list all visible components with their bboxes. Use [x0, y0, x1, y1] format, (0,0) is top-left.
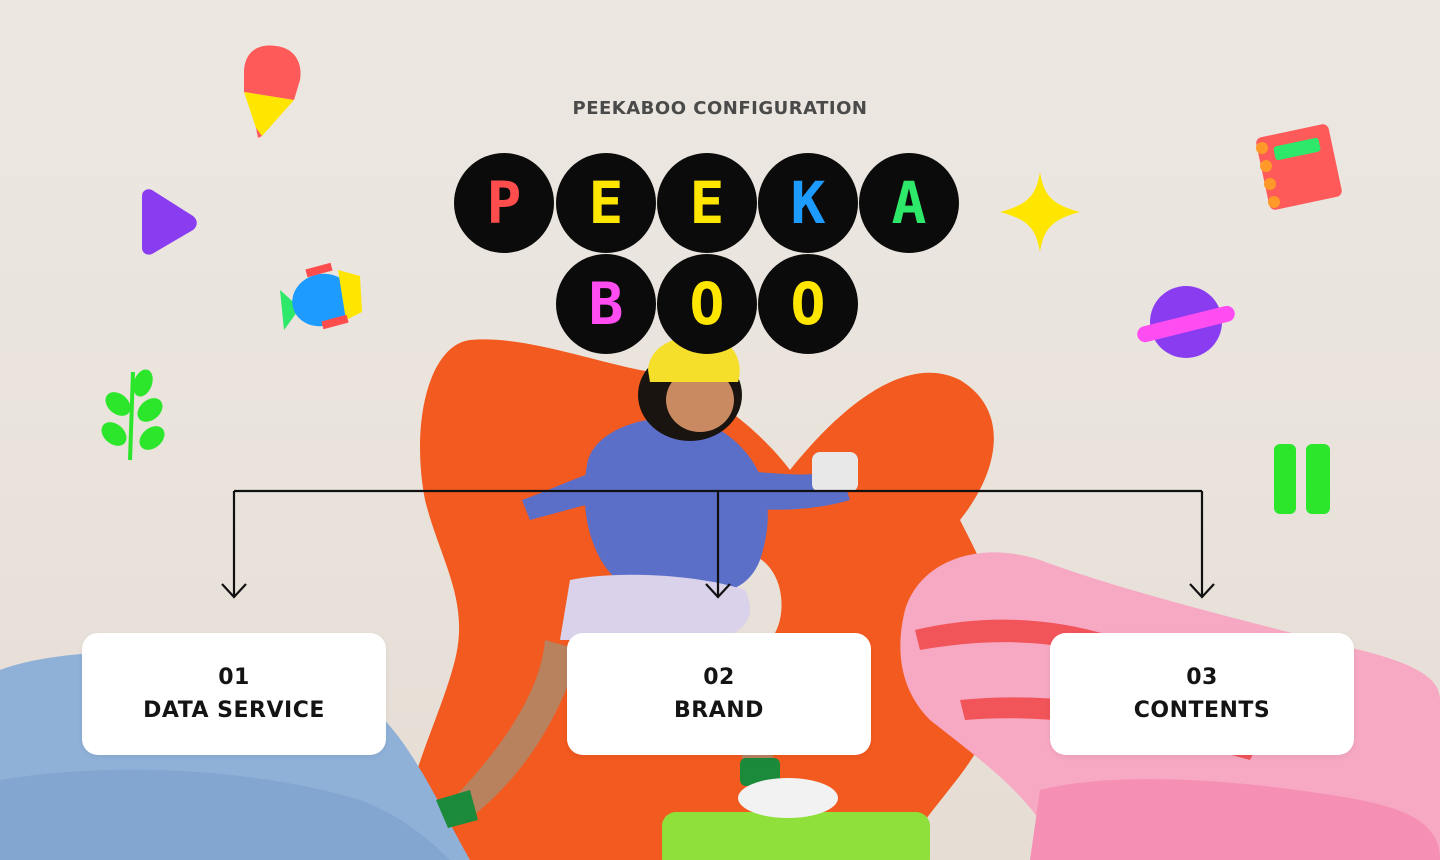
- logo-letter: P: [486, 169, 522, 237]
- card-number: 03: [1186, 665, 1218, 690]
- card-brand: 02 BRAND: [567, 633, 871, 755]
- leaf-icon: [101, 369, 165, 461]
- pause-icon: [1274, 444, 1330, 514]
- sparkle-icon: [1000, 172, 1080, 252]
- logo-bubble-b: B: [556, 254, 656, 354]
- logo-bubble-a: A: [859, 153, 959, 253]
- logo-bubble-p: P: [454, 153, 554, 253]
- fish-icon: [280, 262, 362, 330]
- card-label: DATA SERVICE: [143, 698, 325, 723]
- card-label: BRAND: [674, 698, 764, 723]
- card-label: CONTENTS: [1133, 698, 1271, 723]
- logo-letter: K: [790, 169, 826, 237]
- page-header: PEEKABOO CONFIGURATION: [572, 98, 868, 119]
- logo-letter: O: [689, 270, 725, 338]
- logo-letter: E: [588, 169, 624, 237]
- logo-bubble-o2: O: [758, 254, 858, 354]
- planet-icon: [1137, 286, 1235, 358]
- logo-bubble-e2: E: [657, 153, 757, 253]
- logo-letter: O: [790, 270, 826, 338]
- notebook-icon: [1256, 124, 1342, 210]
- logo-bubble-e1: E: [556, 153, 656, 253]
- logo-letter: E: [689, 169, 725, 237]
- logo-letter: A: [891, 169, 927, 237]
- card-number: 02: [703, 665, 735, 690]
- card-contents: 03 CONTENTS: [1050, 633, 1354, 755]
- card-number: 01: [218, 665, 250, 690]
- card-data-service: 01 DATA SERVICE: [82, 633, 386, 755]
- ice-cream-icon: [244, 45, 301, 138]
- play-icon: [142, 189, 197, 255]
- peekaboo-configuration-slide: PEEKABOO CONFIGURATION P E E K A B O O 0…: [0, 0, 1440, 860]
- logo-bubble-k: K: [758, 153, 858, 253]
- logo-letter: B: [588, 270, 624, 338]
- logo-bubble-o1: O: [657, 254, 757, 354]
